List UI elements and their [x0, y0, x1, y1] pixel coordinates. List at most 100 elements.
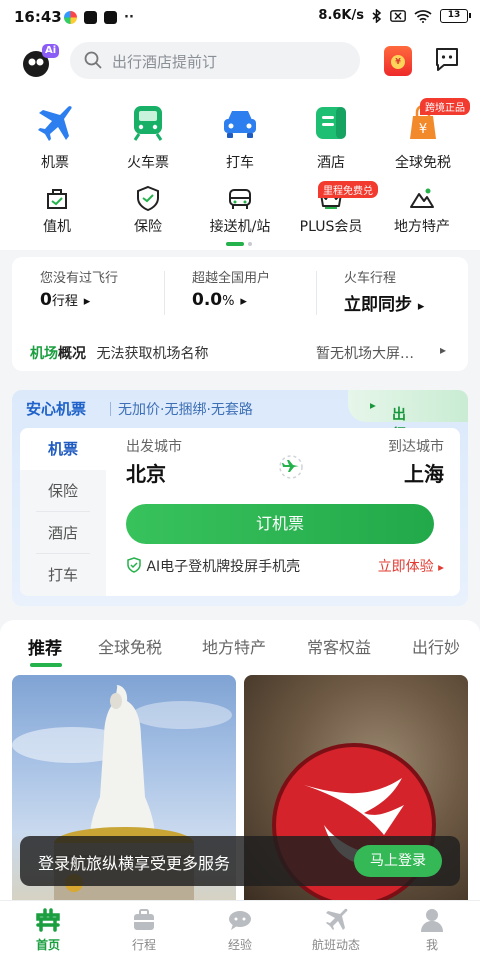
login-banner: 登录航旅纵横享受更多服务 马上登录 — [20, 836, 460, 886]
entry-checkin[interactable]: 值机 — [12, 184, 102, 236]
entry-flight-ticket[interactable]: 机票 — [15, 104, 95, 172]
info-value: 0 — [40, 290, 52, 310]
entry-label: PLUS会员 — [299, 219, 363, 235]
swap-cities-icon[interactable] — [278, 454, 304, 480]
entry-label: 机票 — [41, 155, 69, 171]
tab-hotel[interactable]: 酒店 — [20, 512, 106, 554]
airport-overview-row[interactable]: 机场概况 无法获取机场名称 暂无机场大屏… ▸ — [30, 343, 450, 363]
nav-label: 航班动态 — [311, 938, 360, 952]
entry-taxi[interactable]: 打车 — [200, 104, 280, 172]
travel-info-card: 您没有过飞行 0行程 ▸ 超越全国用户 0.0% ▸ 火车行程 立即同步 ▸ 机… — [12, 257, 468, 371]
tab-global-dutyfree[interactable]: 全球免税 — [98, 634, 162, 658]
nav-home[interactable]: 首页 — [0, 907, 96, 953]
search-icon — [84, 51, 102, 69]
tiktok-icon — [84, 11, 97, 24]
arrow-right-icon: ▸ — [240, 294, 247, 309]
tab-insurance[interactable]: 保险 — [20, 470, 106, 512]
card-subtitle: 无加价·无捆绑·无套路 — [118, 402, 253, 418]
wifi-icon — [414, 9, 432, 23]
shield-icon — [134, 184, 162, 212]
airplane-icon — [36, 104, 74, 142]
info-unit: 行程 — [51, 294, 78, 309]
nav-label: 经验 — [227, 938, 252, 952]
arrive-label: 到达城市 — [388, 439, 444, 455]
notification-icons: ·· — [64, 10, 134, 25]
arrow-right-icon: ▸ — [440, 343, 447, 357]
entry-hotel[interactable]: 酒店 — [291, 104, 371, 172]
airport-name: 无法获取机场名称 — [96, 346, 209, 362]
hotel-icon — [312, 104, 350, 142]
active-tab-indicator — [30, 663, 62, 667]
card-title: 安心机票 — [26, 400, 87, 418]
tab-frequent-flyer[interactable]: 常客权益 — [307, 634, 371, 658]
flight-count[interactable]: 您没有过飞行 0行程 ▸ — [40, 267, 190, 310]
arrive-city[interactable]: 上海 — [404, 458, 444, 487]
chat-bubble-icon — [227, 907, 253, 933]
entry-label: 全球免税 — [395, 155, 451, 171]
ai-boarding-pass-row[interactable]: AI电子登机牌投屏手机壳 立即体验 ▸ — [126, 556, 444, 576]
red-packet-icon[interactable]: ¥ — [384, 46, 412, 76]
service-entries: 机票 火车票 打车 酒店 ¥ 全球免税 跨境正品 值机 保险 接送机/站 PLU… — [0, 90, 480, 250]
depart-city[interactable]: 北京 — [126, 458, 166, 487]
status-bar: 16:43 ·· 8.6K/s 13 — [0, 0, 480, 34]
battery-indicator: 13 — [440, 8, 471, 23]
plus-member-tag: 里程免费兑 — [318, 181, 378, 198]
entry-label: 火车票 — [127, 155, 169, 171]
entry-insurance[interactable]: 保险 — [103, 184, 193, 236]
entry-shuttle[interactable]: 接送机/站 — [195, 184, 285, 236]
bottom-navigation: 首页 行程 经验 航班动态 我 — [0, 900, 480, 960]
entry-label: 打车 — [226, 155, 254, 171]
info-value: 0.0 — [192, 290, 223, 310]
info-title: 超越全国用户 — [192, 271, 271, 286]
nav-me[interactable]: 我 — [384, 907, 480, 953]
info-value: 立即同步 — [344, 295, 412, 315]
try-now-link[interactable]: 立即体验 ▸ — [378, 556, 444, 576]
info-title: 火车行程 — [344, 271, 397, 286]
entry-local-specialty[interactable]: 地方特产 — [377, 184, 467, 236]
airport-brand: 机场概况 — [30, 346, 86, 362]
more-dots-icon: ·· — [124, 10, 134, 25]
recommend-tabs: 推荐 全球免税 地方特产 常客权益 出行妙 — [0, 620, 480, 670]
entry-label: 酒店 — [317, 155, 345, 171]
arrow-right-icon: ▸ — [370, 398, 376, 412]
nav-label: 首页 — [35, 938, 60, 952]
nav-flight-status[interactable]: 航班动态 — [288, 907, 384, 953]
entry-label: 地方特产 — [394, 219, 450, 235]
suitcase-icon — [131, 907, 157, 933]
train-trip-sync[interactable]: 火车行程 立即同步 ▸ — [344, 267, 480, 315]
message-icon[interactable] — [434, 46, 460, 74]
search-bar[interactable]: 出行酒店提前订 — [70, 42, 360, 79]
train-icon — [129, 104, 167, 142]
depart-label: 出发城市 — [126, 439, 182, 455]
nav-label: 行程 — [131, 938, 156, 952]
travel-tools-button[interactable]: 出行工具 ▸ — [348, 390, 468, 483]
tab-travel-tips[interactable]: 出行妙 — [412, 634, 460, 658]
rank-percent[interactable]: 超越全国用户 0.0% ▸ — [192, 267, 342, 310]
tab-flight[interactable]: 机票 — [20, 428, 106, 470]
entry-label: 接送机/站 — [209, 219, 271, 235]
svg-text:¥: ¥ — [419, 122, 427, 137]
login-now-button[interactable]: 马上登录 — [354, 845, 442, 877]
tab-taxi[interactable]: 打车 — [20, 554, 106, 596]
entry-train-ticket[interactable]: 火车票 — [108, 104, 188, 172]
bluetooth-icon — [372, 8, 382, 23]
arrow-right-icon: ▸ — [83, 294, 91, 309]
status-time: 16:43 — [14, 8, 62, 26]
ai-badge: Ai — [45, 45, 57, 56]
nav-label: 我 — [425, 938, 438, 952]
entry-label: 值机 — [43, 219, 71, 235]
book-flight-button[interactable]: 订机票 — [126, 504, 434, 544]
booking-panel: 机票 保险 酒店 打车 出发城市 北京 到达城市 上海 订机票 AI电子登机牌投… — [20, 428, 460, 596]
tab-recommend[interactable]: 推荐 — [28, 634, 62, 659]
app-logo[interactable]: Ai — [20, 42, 60, 80]
info-unit: % — [222, 294, 235, 309]
nav-experience[interactable]: 经验 — [192, 907, 288, 953]
flight-booking-card: 安心机票 无加价·无捆绑·无套路 出行工具 ▸ 机票 保险 酒店 打车 出发城市… — [12, 390, 468, 606]
ai-promo-text: AI电子登机牌投屏手机壳 — [146, 559, 301, 575]
header: Ai 出行酒店提前订 ¥ — [0, 34, 480, 90]
nav-itinerary[interactable]: 行程 — [96, 907, 192, 953]
user-icon — [419, 907, 445, 933]
airport-screen-link[interactable]: 暂无机场大屏… — [316, 343, 414, 363]
network-speed: 8.6K/s — [318, 8, 364, 23]
tab-local-specialty[interactable]: 地方特产 — [202, 634, 266, 658]
